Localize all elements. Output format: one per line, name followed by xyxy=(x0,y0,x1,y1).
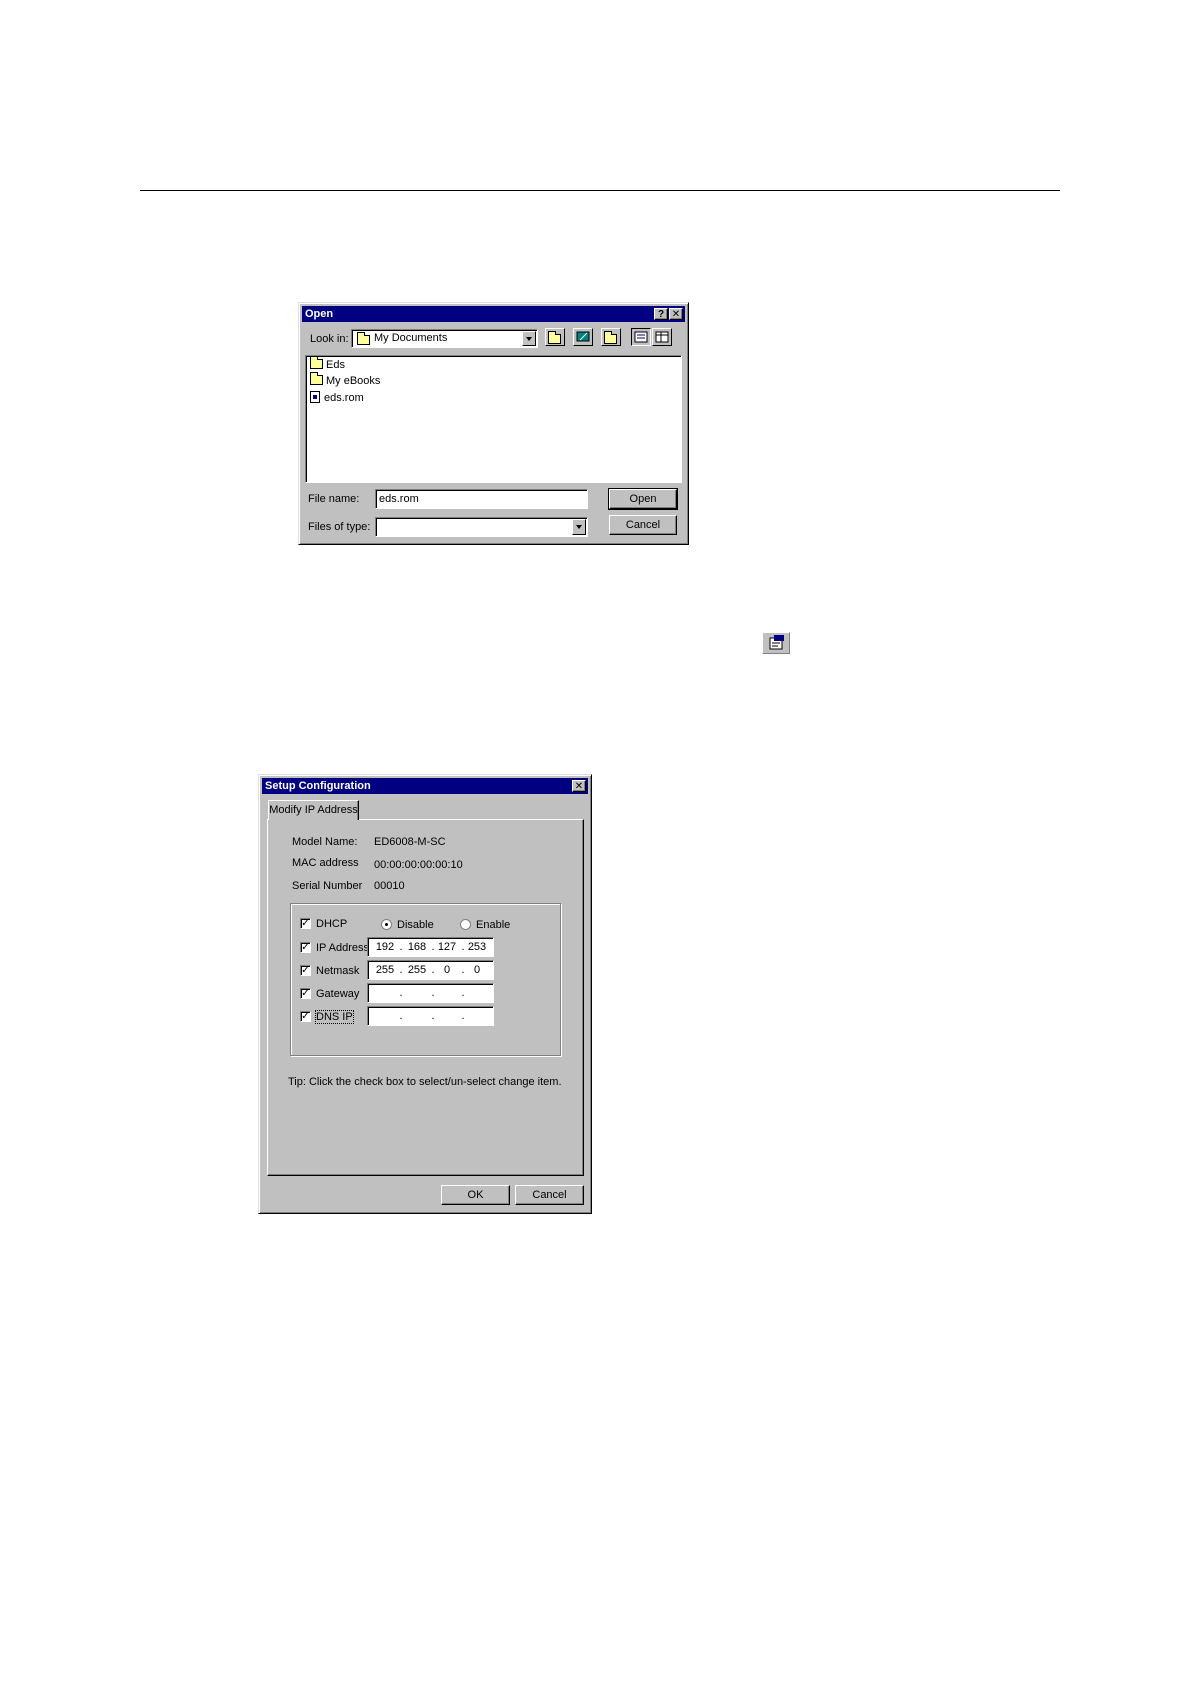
dhcp-enable-label: Enable xyxy=(476,919,511,931)
dns-ip-checkbox[interactable]: ✓ xyxy=(300,1011,311,1022)
netmask-label: Netmask xyxy=(316,965,360,977)
new-folder-icon xyxy=(604,331,617,344)
serial-number-value: 00010 xyxy=(374,880,405,892)
gateway-label: Gateway xyxy=(316,988,360,1000)
folder-icon xyxy=(357,332,370,345)
open-dialog-title: Open xyxy=(305,308,334,320)
files-of-type-combo[interactable] xyxy=(375,517,588,537)
setup-dialog-title: Setup Configuration xyxy=(265,780,371,792)
chevron-down-icon[interactable] xyxy=(572,519,586,535)
cancel-button[interactable]: Cancel xyxy=(609,515,677,535)
list-view-button[interactable] xyxy=(631,328,651,346)
ok-button[interactable]: OK xyxy=(441,1185,510,1205)
up-folder-button[interactable] xyxy=(545,328,565,346)
dhcp-label: DHCP xyxy=(316,918,348,930)
close-button[interactable]: ✕ xyxy=(572,780,586,792)
dhcp-checkbox[interactable]: ✓ xyxy=(300,918,311,929)
tip-text: Tip: Click the check box to select/un-se… xyxy=(288,1076,562,1088)
ip-address-checkbox[interactable]: ✓ xyxy=(300,942,311,953)
file-name-label: File name: xyxy=(308,493,360,505)
dns-ip-input[interactable]: ... xyxy=(367,1006,494,1026)
gateway-checkbox[interactable]: ✓ xyxy=(300,988,311,999)
look-in-value: My Documents xyxy=(374,332,448,344)
open-dialog: Open ? ✕ Look in: My Documents Eds My eB… xyxy=(298,302,689,545)
dhcp-enable-radio[interactable] xyxy=(460,919,471,930)
setup-dialog-titlebar: Setup Configuration ✕ xyxy=(262,778,588,794)
look-in-label: Look in: xyxy=(310,333,349,345)
page-header-rule xyxy=(140,190,1060,191)
netmask-input[interactable]: 255. 255. 0. 0 xyxy=(367,960,494,980)
list-item[interactable]: Eds xyxy=(310,356,345,371)
model-name-label: Model Name: xyxy=(292,836,358,848)
new-folder-button[interactable] xyxy=(601,328,621,346)
list-item[interactable]: My eBooks xyxy=(310,372,380,387)
setup-config-toolbar-icon xyxy=(762,632,790,654)
list-view-icon xyxy=(634,331,648,343)
dhcp-disable-label: Disable xyxy=(397,919,434,931)
cancel-button[interactable]: Cancel xyxy=(515,1185,584,1205)
file-list[interactable]: Eds My eBooks eds.rom xyxy=(305,355,682,483)
open-dialog-titlebar: Open ? ✕ xyxy=(302,306,685,322)
details-view-icon xyxy=(655,331,669,343)
configure-icon xyxy=(769,635,784,650)
details-view-button[interactable] xyxy=(652,328,672,346)
serial-number-label: Serial Number xyxy=(292,880,363,892)
dns-ip-label: DNS IP xyxy=(315,1010,354,1024)
ip-settings-group: ✓ DHCP Disable Enable ✓ IP Address 192. … xyxy=(290,903,561,1056)
files-of-type-label: Files of type: xyxy=(308,521,371,533)
look-in-combo[interactable]: My Documents xyxy=(351,329,538,348)
desktop-icon xyxy=(576,331,590,342)
mac-address-label: MAC address xyxy=(292,857,359,869)
help-button[interactable]: ? xyxy=(654,308,668,320)
mac-address-value: 00:00:00:00:00:10 xyxy=(374,859,463,871)
open-button[interactable]: Open xyxy=(608,488,678,510)
folder-icon xyxy=(310,372,323,385)
netmask-checkbox[interactable]: ✓ xyxy=(300,965,311,976)
file-icon xyxy=(310,391,320,403)
tab-modify-ip-address[interactable]: Modify IP Address xyxy=(268,800,359,820)
folder-icon xyxy=(310,356,323,369)
tab-panel: Model Name: ED6008-M-SC MAC address 00:0… xyxy=(267,819,584,1176)
file-name-input[interactable]: eds.rom xyxy=(375,489,588,509)
dhcp-disable-radio[interactable] xyxy=(381,919,392,930)
list-item[interactable]: eds.rom xyxy=(310,391,364,404)
desktop-button[interactable] xyxy=(573,328,593,346)
up-folder-icon xyxy=(548,331,561,344)
model-name-value: ED6008-M-SC xyxy=(374,836,446,848)
setup-config-dialog: Setup Configuration ✕ Modify IP Address … xyxy=(258,774,592,1214)
ip-address-label: IP Address xyxy=(316,942,369,954)
ip-address-input[interactable]: 192. 168. 127. 253 xyxy=(367,937,494,957)
close-button[interactable]: ✕ xyxy=(669,308,683,320)
gateway-input[interactable]: ... xyxy=(367,983,494,1003)
chevron-down-icon[interactable] xyxy=(522,331,536,346)
